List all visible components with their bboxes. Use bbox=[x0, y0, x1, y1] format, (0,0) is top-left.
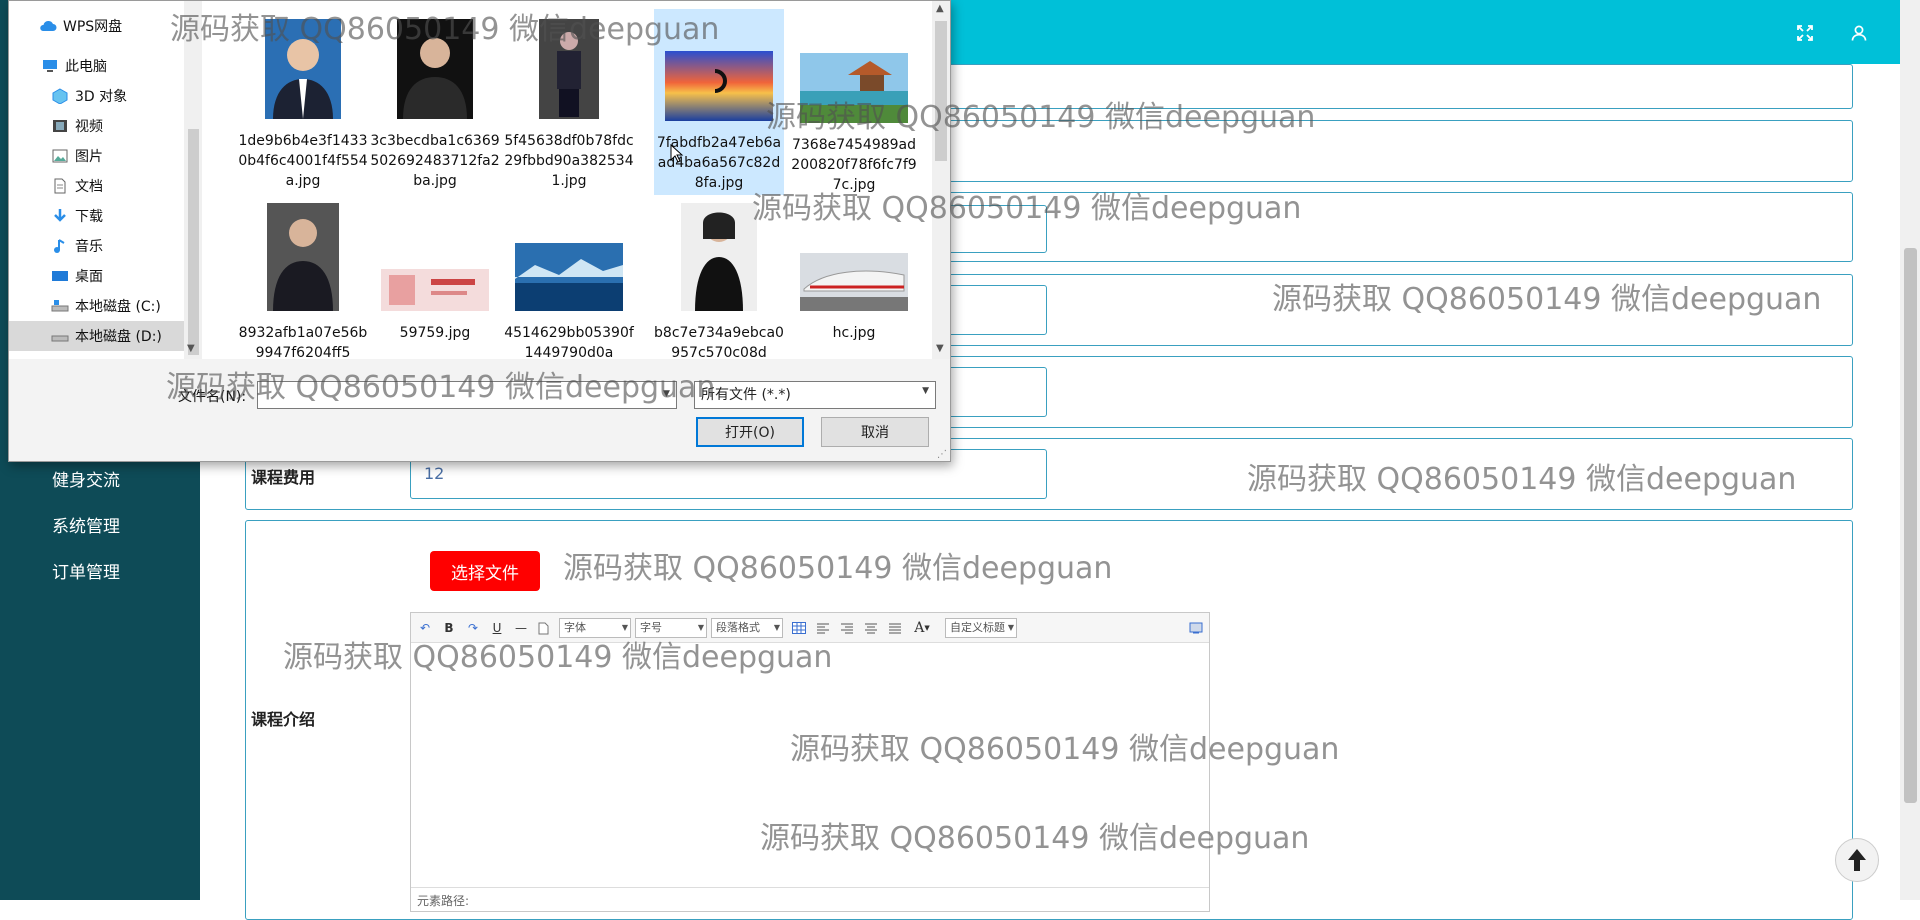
file-item[interactable]: b8c7e734a9ebca0957c570c08d bbox=[654, 203, 784, 363]
tree-item-label: 3D 对象 bbox=[75, 89, 128, 105]
mouse-cursor-icon bbox=[670, 144, 684, 163]
tree-item-label: 本地磁盘 (D:) bbox=[75, 329, 162, 345]
sidebar-item-system-management[interactable]: 系统管理 bbox=[52, 512, 120, 537]
course-fee-label: 课程费用 bbox=[251, 468, 316, 487]
computer-icon bbox=[43, 60, 57, 72]
open-button[interactable]: 打开(O) bbox=[696, 417, 804, 447]
file-thumbnail bbox=[681, 203, 757, 311]
watermark: 源码获取 QQ86050149 微信deepguan bbox=[1247, 462, 1797, 497]
user-icon[interactable] bbox=[1842, 16, 1876, 50]
watermark: 源码获取 QQ86050149 微信deepguan bbox=[790, 732, 1340, 767]
scroll-down-icon[interactable]: ▼ bbox=[187, 343, 195, 354]
align-center-icon[interactable] bbox=[863, 619, 879, 637]
tree-item-pictures[interactable]: 图片 bbox=[51, 143, 103, 169]
file-name: 3c3becdba1c6369502692483712fa2ba.jpg bbox=[370, 133, 500, 189]
file-name: 8932afb1a07e56b9947f6204ff5 bbox=[238, 325, 368, 361]
watermark: 源码获取 QQ86050149 微信deepguan bbox=[752, 191, 1302, 226]
watermark: 源码获取 QQ86050149 微信deepguan bbox=[1272, 282, 1822, 317]
file-thumbnail bbox=[800, 253, 908, 311]
file-list: 1de9b6b4e3f14330b4f6c4001f4f554a.jpg 3c3… bbox=[202, 1, 932, 361]
watermark: 源码获取 QQ86050149 微信deepguan bbox=[166, 370, 716, 405]
scroll-up-icon[interactable]: ▲ bbox=[936, 3, 944, 14]
tree-item-downloads[interactable]: 下载 bbox=[51, 203, 103, 229]
tree-item-label: 桌面 bbox=[75, 269, 103, 285]
tree-item-desktop[interactable]: 桌面 bbox=[51, 263, 103, 289]
picture-icon bbox=[52, 149, 68, 163]
file-name: b8c7e734a9ebca0957c570c08d bbox=[654, 325, 784, 361]
music-icon bbox=[54, 239, 65, 253]
document-icon bbox=[54, 178, 66, 194]
drive-icon bbox=[51, 300, 69, 312]
file-name: 59759.jpg bbox=[399, 325, 471, 341]
tree-item-label: 视频 bbox=[75, 119, 103, 135]
file-thumbnail bbox=[267, 203, 339, 311]
align-right-icon[interactable] bbox=[839, 619, 855, 637]
custom-title-select[interactable]: 自定义标题 ▼ bbox=[945, 618, 1017, 638]
tree-item-drive-c[interactable]: 本地磁盘 (C:) bbox=[51, 293, 161, 319]
tree-item-label: 此电脑 bbox=[65, 59, 107, 75]
tree-scrollbar-thumb[interactable] bbox=[188, 129, 199, 355]
tree-item-3d-objects[interactable]: 3D 对象 bbox=[51, 83, 127, 109]
chevron-down-icon: ▼ bbox=[1007, 623, 1014, 632]
tree-item-label: 音乐 bbox=[75, 239, 103, 255]
align-justify-icon[interactable] bbox=[887, 619, 903, 637]
file-item[interactable]: 59759.jpg bbox=[370, 269, 500, 343]
video-icon bbox=[53, 120, 67, 132]
tree-item-label: 图片 bbox=[75, 149, 103, 165]
tree-item-this-pc[interactable]: 此电脑 bbox=[41, 53, 107, 79]
tree-item-label: 文档 bbox=[75, 179, 103, 195]
file-name: 5f45638df0b78fdc29fbbd90a3825341.jpg bbox=[504, 133, 634, 189]
chevron-down-icon: ▼ bbox=[924, 624, 930, 632]
tree-item-documents[interactable]: 文档 bbox=[51, 173, 103, 199]
fullscreen-icon[interactable] bbox=[1788, 16, 1822, 50]
sidebar-item-fitness-exchange[interactable]: 健身交流 bbox=[52, 466, 120, 491]
cube-icon bbox=[52, 88, 68, 104]
font-color-label: A bbox=[914, 620, 925, 636]
tree-item-drive-d[interactable]: 本地磁盘 (D:) bbox=[51, 323, 162, 349]
watermark: 源码获取 QQ86050149 微信deepguan bbox=[766, 100, 1316, 135]
editor-status-bar: 元素路径: bbox=[411, 887, 1209, 911]
watermark: 源码获取 QQ86050149 微信deepguan bbox=[563, 551, 1113, 586]
file-type-select[interactable]: 所有文件 (*.*) ▼ bbox=[694, 381, 936, 409]
file-thumbnail bbox=[381, 269, 489, 311]
file-name: 1de9b6b4e3f14330b4f6c4001f4f554a.jpg bbox=[238, 133, 368, 189]
page-scrollbar-thumb[interactable] bbox=[1904, 248, 1917, 803]
course-intro-label: 课程介绍 bbox=[251, 710, 316, 729]
navigation-tree: WPS网盘 此电脑 3D 对象 视频 图片 文档 下载 音乐 桌面 本地磁盘 (… bbox=[9, 1, 184, 359]
element-path-label: 元素路径: bbox=[417, 894, 470, 908]
watermark: 源码获取 QQ86050149 微信deepguan bbox=[170, 12, 720, 47]
fullscreen-editor-icon[interactable] bbox=[1187, 619, 1205, 637]
tree-item-wps-cloud[interactable]: WPS网盘 bbox=[39, 13, 122, 39]
download-icon bbox=[54, 209, 66, 222]
desktop-icon bbox=[52, 271, 68, 281]
file-list-scrollbar-thumb[interactable] bbox=[935, 21, 947, 161]
tree-item-label: 下载 bbox=[75, 209, 103, 225]
scroll-down-icon[interactable]: ▼ bbox=[936, 343, 944, 354]
file-item[interactable]: 4514629bb05390f1449790d0a bbox=[504, 243, 634, 363]
cancel-button[interactable]: 取消 bbox=[821, 417, 929, 447]
sidebar-item-order-management[interactable]: 订单管理 bbox=[52, 558, 120, 583]
tree-item-label: 本地磁盘 (C:) bbox=[75, 299, 161, 315]
resize-grip-icon[interactable]: ⋰ bbox=[937, 449, 947, 460]
choose-file-button[interactable]: 选择文件 bbox=[430, 551, 540, 591]
file-item[interactable]: 8932afb1a07e56b9947f6204ff5 bbox=[238, 203, 368, 363]
watermark: 源码获取 QQ86050149 微信deepguan bbox=[760, 821, 1310, 856]
tree-item-label: WPS网盘 bbox=[63, 19, 123, 35]
file-thumbnail bbox=[515, 243, 623, 311]
font-color-button[interactable]: A ▼ bbox=[911, 619, 933, 637]
cloud-icon bbox=[40, 20, 57, 31]
chevron-down-icon: ▼ bbox=[922, 386, 929, 396]
file-name: 4514629bb05390f1449790d0a bbox=[504, 325, 634, 361]
file-thumbnail bbox=[665, 51, 773, 121]
arrow-up-icon bbox=[1848, 849, 1866, 871]
custom-title-value: 自定义标题 bbox=[950, 621, 1005, 634]
tree-item-music[interactable]: 音乐 bbox=[51, 233, 103, 259]
drive-icon bbox=[51, 335, 69, 342]
file-name: hc.jpg bbox=[832, 325, 876, 341]
back-to-top-button[interactable] bbox=[1835, 838, 1879, 882]
tree-item-videos[interactable]: 视频 bbox=[51, 113, 103, 139]
file-item[interactable]: hc.jpg bbox=[789, 253, 919, 343]
watermark: 源码获取 QQ86050149 微信deepguan bbox=[283, 640, 833, 675]
